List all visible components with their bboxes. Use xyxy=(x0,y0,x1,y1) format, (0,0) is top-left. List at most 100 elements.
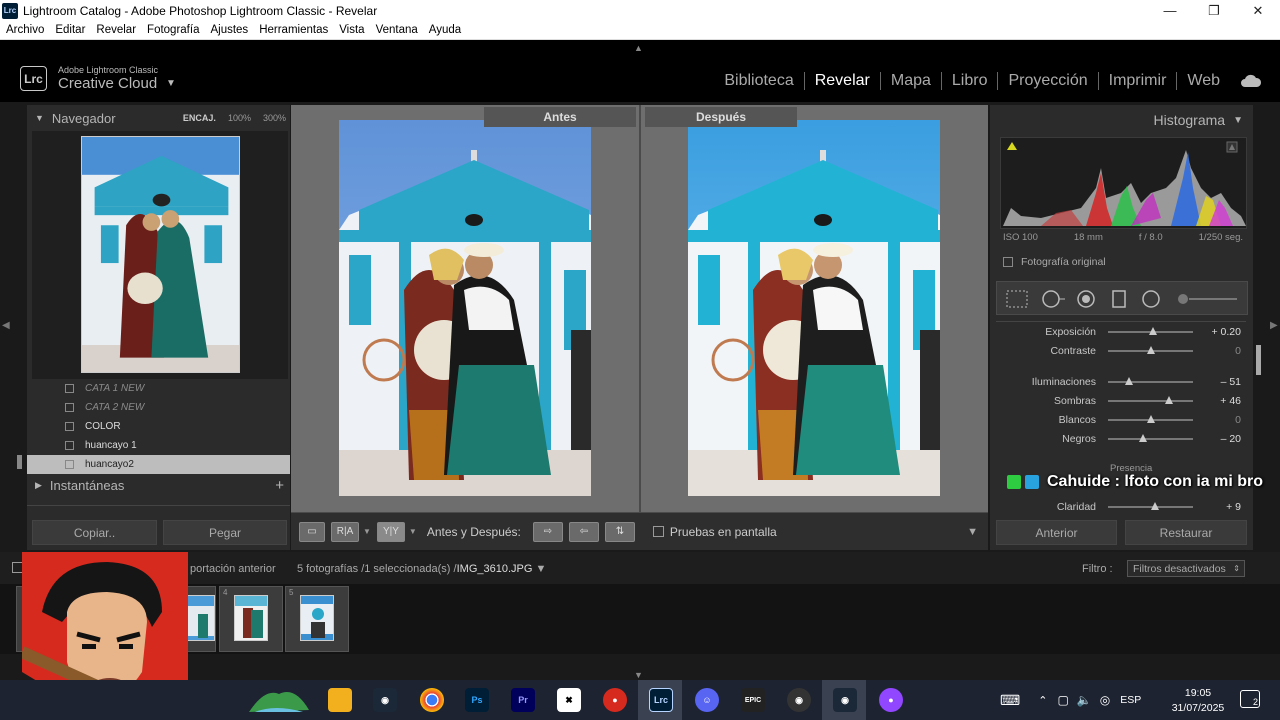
collapse-triangle-icon[interactable]: ▼ xyxy=(1233,115,1243,126)
slider-iluminaciones[interactable]: Iluminaciones – 51 xyxy=(996,373,1241,391)
obs-icon[interactable]: ◉ xyxy=(787,688,811,712)
right-panel-toggle-icon[interactable]: ▶ xyxy=(1270,320,1278,331)
slider-thumb[interactable] xyxy=(1149,327,1158,335)
slider-contraste[interactable]: Contraste 0 xyxy=(996,342,1241,360)
slider-claridad[interactable]: Claridad + 9 xyxy=(996,498,1241,516)
module-tab-imprimir[interactable]: Imprimir xyxy=(1099,72,1177,90)
slider-thumb[interactable] xyxy=(1146,346,1155,354)
filmstrip-thumbnail[interactable] xyxy=(187,595,215,641)
original-photo-checkbox[interactable] xyxy=(1003,257,1013,267)
file-explorer-icon[interactable] xyxy=(328,688,352,712)
filter-select[interactable]: Filtros desactivados ⇕ xyxy=(1127,560,1245,577)
menu-vista[interactable]: Vista xyxy=(339,24,364,36)
filmstrip-cell[interactable]: 4 xyxy=(219,586,283,652)
module-tab-mapa[interactable]: Mapa xyxy=(881,72,941,90)
chevron-down-icon[interactable]: ▼ xyxy=(409,527,417,536)
slider-track[interactable] xyxy=(1108,502,1193,510)
steam-icon[interactable]: ◉ xyxy=(373,688,397,712)
slider-thumb[interactable] xyxy=(1165,396,1174,404)
module-tab-libro[interactable]: Libro xyxy=(942,72,998,90)
collapse-triangle-icon[interactable]: ▼ xyxy=(35,113,44,123)
filmstrip-thumbnail[interactable] xyxy=(300,595,334,641)
slider-value[interactable]: + 0.20 xyxy=(1201,326,1242,338)
module-tab-proyeccin[interactable]: Proyección xyxy=(998,72,1097,90)
slider-blancos[interactable]: Blancos 0 xyxy=(996,411,1241,429)
filmstrip-source[interactable]: portación anterior xyxy=(190,563,276,575)
photoshop-icon[interactable]: Ps xyxy=(465,688,489,712)
filmstrip-cell[interactable]: 5 xyxy=(285,586,349,652)
chevron-up-icon[interactable]: ⌃ xyxy=(1038,694,1047,707)
zoom-fit-option[interactable]: ENCAJ. xyxy=(183,113,216,123)
slider-thumb[interactable] xyxy=(1146,415,1155,423)
zoom-100-option[interactable]: 100% xyxy=(228,113,251,123)
collection-item[interactable]: COLOR xyxy=(27,417,290,436)
slider-thumb[interactable] xyxy=(1150,502,1159,510)
slider-track[interactable] xyxy=(1108,346,1193,354)
menu-ajustes[interactable]: Ajustes xyxy=(210,24,248,36)
microphone-icon[interactable]: ◎ xyxy=(1100,693,1110,707)
slider-negros[interactable]: Negros – 20 xyxy=(996,430,1241,448)
slider-exposicin[interactable]: Exposición + 0.20 xyxy=(996,323,1241,341)
close-button[interactable]: ✕ xyxy=(1236,0,1280,21)
swap-settings-icon[interactable]: ⇅ xyxy=(604,521,635,542)
navigator-photo[interactable] xyxy=(81,136,240,373)
top-panel-toggle-icon[interactable]: ▲ xyxy=(634,43,643,53)
module-tab-revelar[interactable]: Revelar xyxy=(805,72,880,90)
slider-track[interactable] xyxy=(1108,396,1193,404)
original-photo-toggle[interactable]: Fotografía original xyxy=(1003,256,1106,268)
previous-button[interactable]: Anterior xyxy=(996,520,1117,545)
histogram-graph[interactable] xyxy=(1000,137,1247,229)
menu-editar[interactable]: Editar xyxy=(55,24,85,36)
slider-track[interactable] xyxy=(1108,377,1193,385)
current-filename[interactable]: IMG_3610.JPG xyxy=(457,563,533,575)
cloud-sync-icon[interactable] xyxy=(1240,73,1262,89)
steam-icon[interactable]: ◉ xyxy=(833,688,857,712)
keyboard-icon[interactable]: ⌨ xyxy=(1000,692,1020,709)
paste-button[interactable]: Pegar xyxy=(163,520,287,545)
clock[interactable]: 19:05 31/07/2025 xyxy=(1168,686,1228,716)
menu-revelar[interactable]: Revelar xyxy=(96,24,136,36)
twitch-icon[interactable]: ● xyxy=(879,688,903,712)
slider-thumb[interactable] xyxy=(1125,377,1134,385)
copy-after-to-before-icon[interactable]: ⇦ xyxy=(568,521,599,542)
slider-value[interactable]: 0 xyxy=(1201,414,1241,426)
menu-herramientas[interactable]: Herramientas xyxy=(259,24,328,36)
recorder-icon[interactable]: ● xyxy=(603,688,627,712)
compare-ra-button[interactable]: R|A xyxy=(331,521,359,542)
game-icon[interactable] xyxy=(245,684,313,716)
volume-icon[interactable]: 🔈 xyxy=(1077,693,1092,707)
chrome-icon[interactable] xyxy=(420,688,444,712)
slider-sombras[interactable]: Sombras + 46 xyxy=(996,392,1241,410)
notifications-icon[interactable]: 2 xyxy=(1240,690,1260,708)
minimize-button[interactable]: — xyxy=(1148,0,1192,21)
left-panel-toggle-icon[interactable]: ◀ xyxy=(2,320,10,331)
slider-value[interactable]: – 51 xyxy=(1201,376,1241,388)
brand-dropdown-icon[interactable]: ▼ xyxy=(166,78,176,89)
collection-item[interactable]: huancayo2 xyxy=(27,455,290,474)
chevron-down-icon[interactable]: ▼ xyxy=(363,527,371,536)
soft-proof-checkbox[interactable] xyxy=(652,526,664,537)
add-snapshot-icon[interactable]: + xyxy=(275,477,284,494)
bottom-panel-toggle-icon[interactable]: ▼ xyxy=(634,670,643,680)
language-indicator[interactable]: ESP xyxy=(1120,694,1141,706)
capcut-icon[interactable]: ✖ xyxy=(557,688,581,712)
toolbar-content-dropdown-icon[interactable]: ▼ xyxy=(967,526,978,538)
filmstrip-thumbnail[interactable] xyxy=(234,595,268,641)
menu-archivo[interactable]: Archivo xyxy=(6,24,44,36)
module-tab-web[interactable]: Web xyxy=(1177,72,1230,90)
reset-button[interactable]: Restaurar xyxy=(1125,520,1247,545)
after-photo[interactable] xyxy=(688,120,940,496)
slider-track[interactable] xyxy=(1108,415,1193,423)
before-photo[interactable] xyxy=(339,120,591,496)
slider-value[interactable]: – 20 xyxy=(1201,433,1241,445)
copy-before-to-after-icon[interactable]: ⇨ xyxy=(532,521,563,542)
chevron-down-icon[interactable]: ▼ xyxy=(532,563,546,575)
epic-games-icon[interactable]: EPIC xyxy=(741,688,765,712)
navigator-header[interactable]: ▼ Navegador ENCAJ. 100% 300% xyxy=(27,105,290,131)
menu-ventana[interactable]: Ventana xyxy=(376,24,418,36)
left-scrollbar[interactable] xyxy=(17,455,22,469)
lightroom-icon[interactable]: Lrc xyxy=(649,688,673,712)
module-tab-biblioteca[interactable]: Biblioteca xyxy=(714,72,803,90)
loupe-view-button[interactable]: ▭ xyxy=(299,521,325,542)
menu-ayuda[interactable]: Ayuda xyxy=(429,24,461,36)
